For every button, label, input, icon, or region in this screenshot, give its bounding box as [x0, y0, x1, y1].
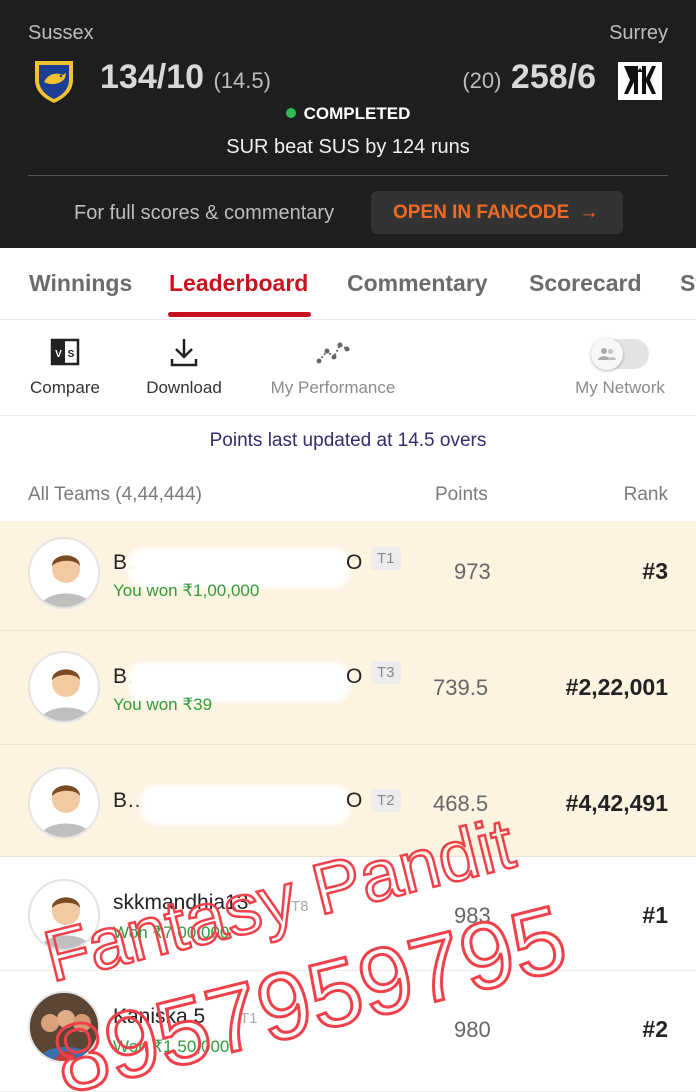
status-dot-icon [285, 108, 296, 118]
download-button[interactable]: Download [143, 334, 225, 398]
team-tag: T8 [291, 898, 309, 915]
performance-graph-icon [266, 334, 400, 370]
won-amount: You won ₹39 [113, 695, 213, 714]
won-amount: Won ₹7,00,000 [113, 923, 230, 942]
team-username-end: O [346, 551, 363, 574]
points-column-header: Points [435, 484, 488, 505]
team-username-end: O [346, 665, 363, 688]
table-row[interactable]: B… O T3 You won ₹39 739.5 #2,22,001 [0, 631, 696, 745]
avatar [28, 767, 100, 839]
team2-name: Surrey [609, 22, 668, 44]
team-tag: T1 [371, 547, 401, 570]
score-header: Sussex Surrey 134/10 (14.5) (20) 258/6 C… [0, 0, 696, 248]
redaction-mark [140, 785, 350, 825]
all-teams-count: All Teams (4,44,444) [28, 484, 202, 505]
won-amount: You won ₹1,00,000 [113, 581, 260, 600]
surrey-badge-icon [618, 62, 662, 100]
team-username-end: O [346, 789, 363, 812]
points-value: 983 [454, 903, 491, 928]
sussex-badge-icon [35, 61, 73, 103]
rank-value: #4,42,491 [565, 790, 668, 816]
compare-button[interactable]: V S Compare [28, 334, 102, 398]
team-username: skkmandhia13 [113, 891, 249, 914]
tab-stats[interactable]: St [680, 270, 696, 297]
my-performance-button[interactable]: My Performance [266, 334, 400, 398]
points-value: 739.5 [433, 675, 489, 700]
points-updated-text: Points last updated at 14.5 overs [209, 430, 487, 451]
rank-value: #2,22,001 [565, 674, 668, 700]
tab-winnings[interactable]: Winnings [29, 270, 132, 297]
tab-bar: Winnings Leaderboard Commentary Scorecar… [0, 248, 696, 320]
tab-commentary[interactable]: Commentary [347, 270, 488, 297]
table-row[interactable]: B… O T1 You won ₹1,00,000 973 #3 [0, 521, 696, 631]
team1-score: 134/10 (14.5) [100, 58, 271, 96]
rank-value: #2 [642, 1016, 668, 1042]
avatar [28, 879, 100, 951]
svg-text:V: V [55, 349, 62, 360]
team-tag: T2 [371, 789, 401, 812]
divider [28, 175, 668, 176]
table-row[interactable]: B… O T2 468.5 #4,42,491 [0, 745, 696, 857]
points-value: 973 [454, 559, 491, 584]
avatar [28, 991, 100, 1063]
avatar [28, 651, 100, 723]
open-in-fancode-button[interactable]: OPEN IN FANCODE → [371, 191, 623, 234]
full-scores-text: For full scores & commentary [74, 202, 335, 224]
team1-overs: (14.5) [213, 68, 271, 93]
download-icon [143, 334, 225, 370]
arrow-right-icon: → [579, 202, 599, 223]
won-amount: Won ₹1,50,000 [113, 1037, 230, 1056]
table-row[interactable]: skkmandhia13 T8 Won ₹7,00,000 983 #1 [0, 857, 696, 971]
network-toggle-switch[interactable] [591, 337, 649, 370]
points-value: 468.5 [433, 791, 489, 816]
team2-overs: (20) [462, 68, 502, 93]
rank-column-header: Rank [623, 484, 668, 505]
rank-value: #3 [642, 558, 668, 584]
avatar [28, 537, 100, 609]
team-tag: T1 [240, 1010, 258, 1027]
active-tab-indicator [168, 312, 311, 317]
svg-text:S: S [68, 349, 75, 360]
rank-value: #1 [642, 902, 668, 928]
team-username: Kaniska 5 [113, 1005, 206, 1028]
team-tag: T3 [371, 661, 401, 684]
my-network-toggle[interactable]: My Network [571, 334, 669, 398]
tab-leaderboard[interactable]: Leaderboard [169, 270, 308, 297]
points-value: 980 [454, 1017, 491, 1042]
leaderboard-toolbar: V S Compare Download My Performance My N… [0, 320, 696, 416]
table-row[interactable]: Kaniska 5 T1 Won ₹1,50,000 980 #2 [0, 971, 696, 1092]
people-icon [591, 337, 623, 370]
tab-scorecard[interactable]: Scorecard [529, 270, 642, 297]
team1-name: Sussex [28, 22, 94, 44]
match-result: SUR beat SUS by 124 runs [226, 136, 470, 158]
compare-icon: V S [28, 334, 102, 370]
match-status: COMPLETED [0, 104, 696, 124]
team2-score: (20) 258/6 [462, 58, 596, 96]
leaderboard-header: All Teams (4,44,444) Points Rank [0, 484, 696, 508]
